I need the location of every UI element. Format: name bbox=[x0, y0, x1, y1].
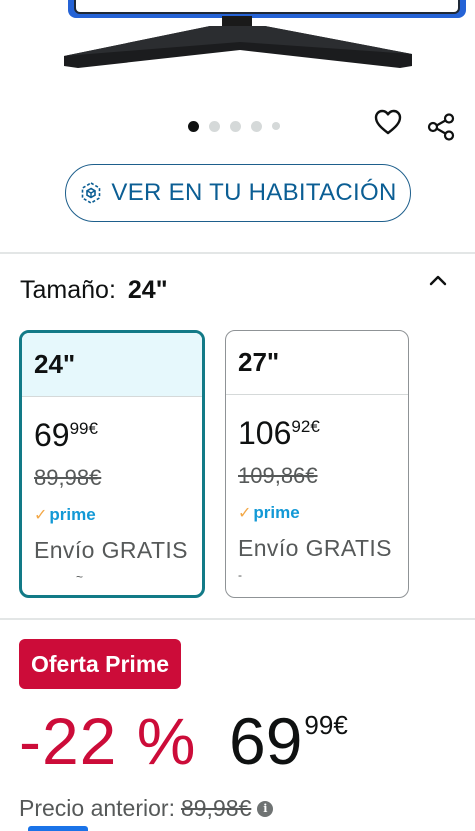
share-icon bbox=[427, 113, 455, 141]
size-selected-value: 24" bbox=[127, 276, 168, 304]
size-option-24[interactable]: 24" 6999€ 89,98€ ✓ prime Envío GRATIS ~ bbox=[19, 330, 205, 598]
collapse-size-button[interactable] bbox=[424, 266, 452, 294]
prime-badge: ✓ prime bbox=[34, 505, 96, 524]
size-selector-label: Tamaño: 24" bbox=[20, 276, 168, 305]
share-button[interactable] bbox=[424, 110, 458, 144]
prime-check-icon: ✓ bbox=[238, 505, 252, 522]
discount-percentage: -22 % bbox=[19, 704, 197, 778]
carousel-dot-2[interactable] bbox=[209, 120, 220, 132]
carousel-dot-1[interactable] bbox=[188, 120, 199, 132]
prime-badge: ✓ prime bbox=[238, 503, 300, 522]
size-label-text: Tamaño: bbox=[20, 276, 116, 304]
size-option-price: 6999€ bbox=[34, 417, 98, 453]
previous-price-value: 89,98€ bbox=[180, 795, 252, 821]
size-option-old-price: 89,98€ bbox=[34, 465, 102, 490]
previous-price-label: Precio anterior: bbox=[19, 795, 175, 821]
view-in-room-button[interactable]: VER EN TU HABITACIÓN bbox=[65, 164, 411, 222]
prime-check-icon: ✓ bbox=[34, 507, 48, 524]
size-option-shipping: Envío GRATIS bbox=[34, 537, 188, 563]
section-divider bbox=[0, 618, 475, 620]
size-option-title: 27" bbox=[226, 331, 408, 395]
deal-price: 6999€ bbox=[229, 704, 348, 778]
size-option-price: 10692€ bbox=[238, 415, 320, 451]
size-option-title: 24" bbox=[22, 333, 202, 397]
previous-price: Precio anterior: 89,98€ i bbox=[19, 795, 274, 822]
section-divider bbox=[0, 252, 475, 254]
image-carousel-dots[interactable] bbox=[188, 120, 280, 132]
carousel-dot-4[interactable] bbox=[251, 120, 262, 132]
view-in-room-label: VER EN TU HABITACIÓN bbox=[111, 179, 397, 206]
truncated-text: - bbox=[238, 568, 242, 582]
size-option-old-price: 109,86€ bbox=[238, 463, 318, 488]
wishlist-button[interactable] bbox=[372, 106, 404, 138]
monitor-screen-bottom bbox=[74, 0, 460, 14]
truncated-text: ~ bbox=[76, 570, 84, 584]
cube-3d-icon bbox=[82, 182, 101, 204]
carousel-dot-5[interactable] bbox=[272, 122, 280, 130]
heart-icon bbox=[374, 109, 402, 135]
info-icon[interactable]: i bbox=[257, 800, 274, 817]
chevron-up-icon bbox=[429, 275, 447, 286]
monitor-stand-base bbox=[64, 26, 412, 68]
bottom-tab-indicator bbox=[28, 826, 88, 831]
deal-badge: Oferta Prime bbox=[19, 639, 182, 689]
size-option-shipping: Envío GRATIS bbox=[238, 535, 392, 561]
size-option-27[interactable]: 27" 10692€ 109,86€ ✓ prime Envío GRATIS - bbox=[225, 330, 409, 598]
carousel-dot-3[interactable] bbox=[230, 120, 241, 132]
